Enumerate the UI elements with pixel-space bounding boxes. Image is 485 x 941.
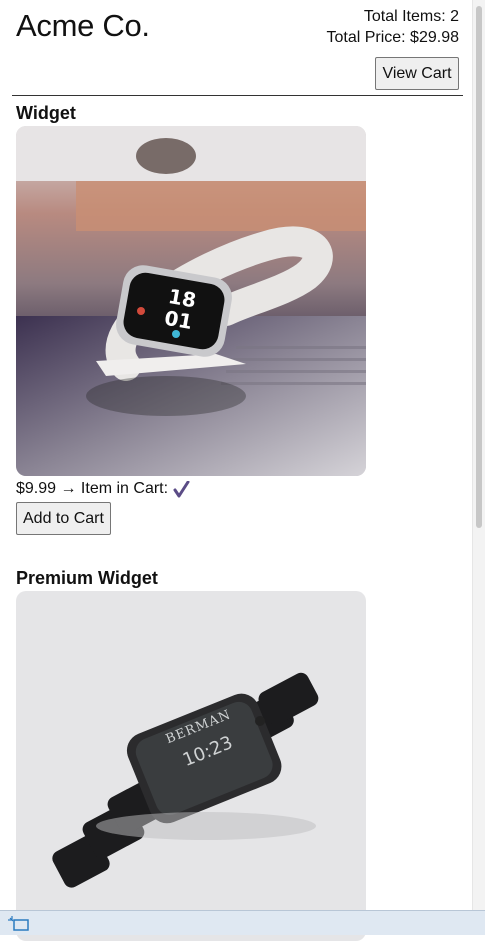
product-image[interactable]: 18 01	[16, 126, 366, 476]
app-window-icon[interactable]	[8, 916, 30, 932]
header-divider	[12, 95, 463, 96]
product-card: Widget 18 01 $9.99 → Item in Cart: Add t…	[16, 102, 376, 535]
view-cart-button[interactable]: View Cart	[375, 57, 459, 90]
price-text: $9.99 → Item in Cart:	[16, 480, 169, 497]
white-watch-image: 18 01	[16, 126, 366, 476]
taskbar	[0, 910, 485, 935]
product-card: Premium Widget BERMAN 10:23	[16, 567, 376, 941]
cart-summary: Total Items: 2 Total Price: $29.98	[326, 6, 459, 48]
svg-text:01: 01	[163, 306, 195, 334]
product-name: Premium Widget	[16, 568, 158, 588]
product-image[interactable]: BERMAN 10:23	[16, 591, 366, 941]
brand-title: Acme Co.	[16, 8, 150, 43]
black-watch-image: BERMAN 10:23	[16, 591, 366, 941]
add-to-cart-button[interactable]: Add to Cart	[16, 502, 111, 535]
product-name: Widget	[16, 103, 76, 123]
checkmark-icon	[173, 480, 190, 497]
scrollbar-thumb[interactable]	[476, 6, 482, 528]
total-items: Total Items: 2	[363, 8, 459, 25]
total-price: Total Price: $29.98	[326, 29, 459, 46]
page: Acme Co. Total Items: 2 Total Price: $29…	[0, 0, 472, 941]
price-line: $9.99 → Item in Cart:	[16, 479, 376, 499]
